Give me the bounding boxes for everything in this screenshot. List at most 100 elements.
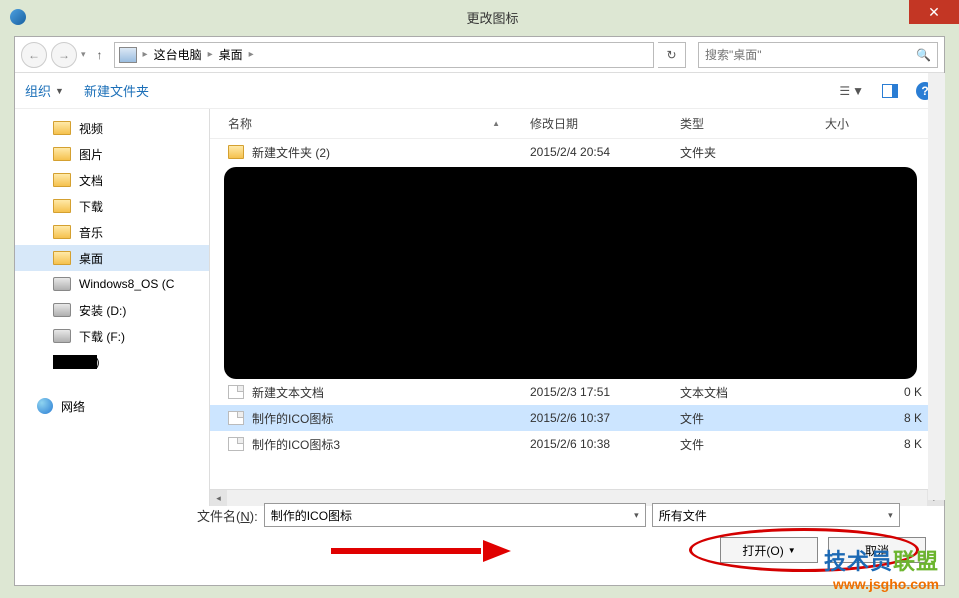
file-row[interactable]: 制作的ICO图标3 2015/2/6 10:38文件8 K (210, 431, 944, 457)
view-menu[interactable]: ☰ ▼ (839, 84, 864, 98)
sidebar-item[interactable]: Windows8_OS (C (15, 271, 209, 297)
new-folder-button[interactable]: 新建文件夹 (84, 81, 149, 100)
col-name[interactable]: 名称▲ (210, 115, 530, 132)
list-view-icon: ☰ (839, 84, 850, 98)
drive-icon (53, 329, 71, 343)
sidebar-item[interactable]: 安装 (D:) (15, 297, 209, 323)
drive-icon (53, 277, 71, 291)
file-date: 2015/2/4 20:54 (530, 145, 680, 159)
chevron-down-icon[interactable]: ▾ (888, 510, 893, 521)
chevron-right-icon: ▸ (143, 49, 148, 60)
back-button[interactable]: ← (21, 42, 47, 68)
up-button[interactable]: ↑ (90, 45, 110, 65)
breadcrumb-leaf[interactable]: 桌面 (219, 46, 243, 63)
file-type: 文件夹 (680, 144, 825, 161)
file-size: 8 K (825, 437, 944, 451)
breadcrumb-root[interactable]: 这台电脑 (154, 46, 202, 63)
filename-input[interactable]: 制作的ICO图标 ▾ (264, 503, 646, 527)
sidebar-item[interactable]: 下载 (F:) (15, 323, 209, 349)
folder-icon (53, 225, 71, 239)
recent-dropdown-icon[interactable]: ▾ (81, 49, 86, 60)
folder-icon (53, 147, 71, 161)
file-type: 文件 (680, 410, 825, 427)
preview-pane-button[interactable] (882, 84, 898, 98)
file-date: 2015/2/6 10:38 (530, 437, 680, 451)
search-input[interactable] (705, 48, 916, 62)
folder-icon (228, 145, 244, 159)
column-headers: 名称▲ 修改日期 类型 大小 (210, 109, 944, 139)
sidebar-item-network[interactable]: 网络 (15, 393, 209, 419)
sidebar-item-label: 文档 (79, 172, 103, 189)
sidebar-item-label: Windows8_OS (C (79, 277, 174, 291)
address-bar[interactable]: ▸ 这台电脑 ▸ 桌面 ▸ (114, 42, 654, 68)
preview-pane-icon (882, 84, 898, 98)
file-row[interactable]: 制作的ICO图标 2015/2/6 10:37文件8 K (210, 405, 944, 431)
sidebar-item-label: 网络 (61, 398, 85, 415)
file-row[interactable]: 新建文本文档 2015/2/3 17:51文本文档0 K (210, 379, 944, 405)
sidebar-item[interactable]: 视频 (15, 115, 209, 141)
file-date: 2015/2/3 17:51 (530, 385, 680, 399)
folder-icon (53, 251, 71, 265)
folder-icon (53, 199, 71, 213)
cancel-button[interactable]: 取消 (828, 537, 926, 563)
filetype-filter[interactable]: 所有文件 ▾ (652, 503, 900, 527)
refresh-button[interactable]: ↻ (658, 42, 686, 68)
sidebar-item[interactable]: 桌面 (15, 245, 209, 271)
sidebar-item[interactable]: 文档 (15, 167, 209, 193)
drive-icon (53, 303, 71, 317)
file-size: 0 K (825, 385, 944, 399)
vertical-scrollbar[interactable] (928, 73, 945, 500)
app-icon (10, 9, 26, 25)
dialog-body: ← → ▾ ↑ ▸ 这台电脑 ▸ 桌面 ▸ ↻ 🔍 组织 ▼ 新建文件夹 ☰ ▼ (14, 36, 945, 586)
window-title: 更改图标 (26, 8, 959, 27)
search-box[interactable]: 🔍 (698, 42, 938, 68)
network-icon (37, 398, 53, 414)
folder-icon (53, 173, 71, 187)
chevron-right-icon: ▸ (208, 49, 213, 60)
file-name: 制作的ICO图标 (252, 410, 333, 427)
sidebar-item-label: 桌面 (79, 250, 103, 267)
sidebar: 视频图片文档下载音乐桌面 Windows8_OS (C 安装 (D:) 下载 (F:)… (15, 109, 210, 506)
sidebar-item-label: 下载 (79, 198, 103, 215)
col-date[interactable]: 修改日期 (530, 115, 680, 132)
annotation-arrow (331, 545, 511, 555)
chevron-down-icon: ▼ (55, 86, 64, 96)
file-type: 文本文档 (680, 384, 825, 401)
col-size[interactable]: 大小 (825, 115, 944, 132)
nav-bar: ← → ▾ ↑ ▸ 这台电脑 ▸ 桌面 ▸ ↻ 🔍 (15, 37, 944, 73)
sidebar-item[interactable]: (G:) (15, 349, 209, 375)
open-button[interactable]: 打开(O) ▼ (720, 537, 818, 563)
sort-indicator-icon: ▲ (492, 119, 500, 128)
content-area: 视频图片文档下载音乐桌面 Windows8_OS (C 安装 (D:) 下载 (F:)… (15, 109, 944, 506)
file-type: 文件 (680, 436, 825, 453)
organize-menu[interactable]: 组织 ▼ (25, 81, 64, 100)
file-name: 新建文本文档 (252, 384, 324, 401)
sidebar-item-label: 安装 (D:) (79, 302, 126, 319)
sidebar-item[interactable]: 图片 (15, 141, 209, 167)
file-name: 新建文件夹 (2) (252, 144, 330, 161)
file-size: 8 K (825, 411, 944, 425)
redacted-label (53, 355, 97, 369)
sidebar-item-label: 视频 (79, 120, 103, 137)
bottom-panel: 文件名(N): 制作的ICO图标 ▾ 所有文件 ▾ 打开(O) ▼ 取消 (29, 503, 930, 563)
sidebar-item[interactable]: 音乐 (15, 219, 209, 245)
filename-label: 文件名(N): (197, 506, 258, 525)
toolbar: 组织 ▼ 新建文件夹 ☰ ▼ ? (15, 73, 944, 109)
file-icon (228, 437, 244, 451)
chevron-right-icon: ▸ (249, 49, 254, 60)
folder-icon (53, 121, 71, 135)
chevron-down-icon[interactable]: ▾ (634, 510, 639, 521)
close-button[interactable]: ✕ (909, 0, 959, 24)
file-icon (228, 411, 244, 425)
search-icon[interactable]: 🔍 (916, 48, 931, 62)
file-date: 2015/2/6 10:37 (530, 411, 680, 425)
sidebar-item[interactable]: 下载 (15, 193, 209, 219)
file-name: 制作的ICO图标3 (252, 436, 340, 453)
file-icon (228, 385, 244, 399)
file-list-pane: 名称▲ 修改日期 类型 大小 新建文件夹 (2)2015/2/4 20:54文件… (210, 109, 944, 506)
file-row[interactable]: 新建文件夹 (2) 2015/2/4 20:54文件夹 (210, 139, 944, 165)
redacted-region (224, 167, 917, 379)
col-type[interactable]: 类型 (680, 115, 825, 132)
forward-button[interactable]: → (51, 42, 77, 68)
chevron-down-icon: ▼ (852, 84, 864, 98)
